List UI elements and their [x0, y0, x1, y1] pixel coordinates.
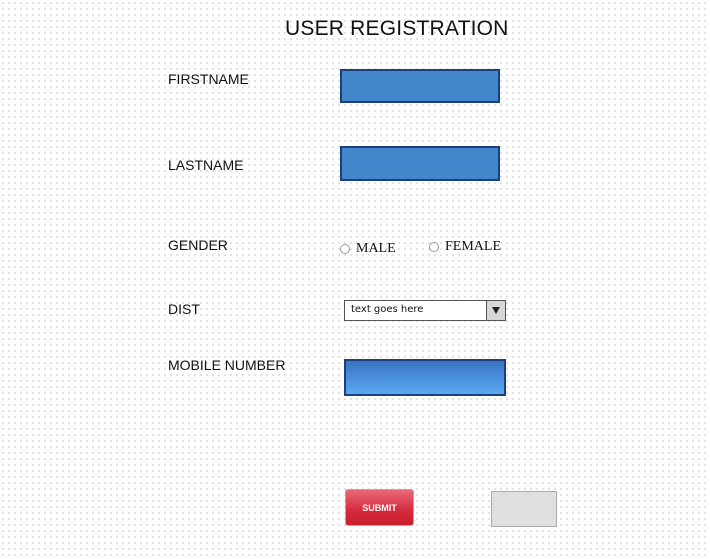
- firstname-label: FIRSTNAME: [168, 71, 249, 87]
- lastname-label: LASTNAME: [168, 157, 244, 173]
- lastname-input[interactable]: [340, 146, 500, 181]
- secondary-button[interactable]: [491, 491, 557, 527]
- radio-female-label: FEMALE: [445, 239, 501, 254]
- dist-label: DIST: [168, 301, 200, 317]
- radio-female[interactable]: [429, 242, 439, 252]
- dist-select[interactable]: text goes here: [344, 300, 506, 321]
- radio-male-label: MALE: [356, 241, 396, 256]
- radio-male[interactable]: [340, 244, 350, 254]
- submit-button-label: SUBMIT: [362, 502, 397, 513]
- dropdown-arrow-button[interactable]: [486, 301, 505, 320]
- chevron-down-icon: [492, 307, 500, 314]
- firstname-input[interactable]: [340, 69, 500, 103]
- submit-button[interactable]: SUBMIT: [345, 489, 414, 526]
- dist-select-value: text goes here: [351, 304, 424, 315]
- gender-label: GENDER: [168, 237, 228, 253]
- mobile-number-label: MOBILE NUMBER: [168, 357, 286, 373]
- mobile-number-input[interactable]: [344, 359, 506, 396]
- page-title: USER REGISTRATION: [285, 17, 509, 40]
